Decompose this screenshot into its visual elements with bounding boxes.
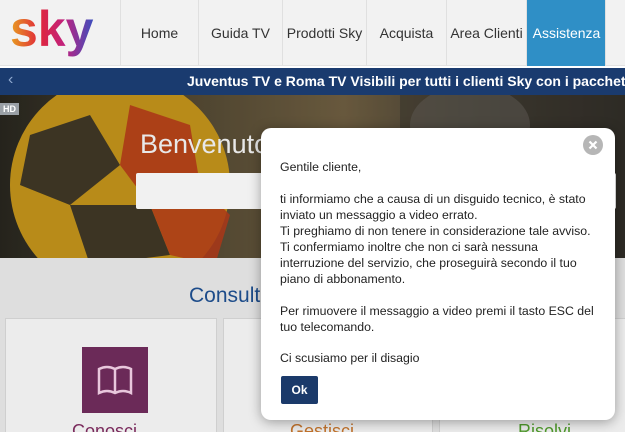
svg-text:sky: sky <box>10 2 94 57</box>
nav-home[interactable]: Home <box>120 0 198 66</box>
nav-more[interactable] <box>605 0 625 66</box>
card-conosci[interactable]: Conosci <box>5 318 217 432</box>
dialog-body-line: Ti preghiamo di non tenere in consideraz… <box>280 224 591 238</box>
nav-assistenza[interactable]: Assistenza <box>526 0 606 66</box>
dialog-greeting: Gentile cliente, <box>280 160 362 174</box>
card-label-conosci: Conosci <box>72 421 138 432</box>
nav-acquista[interactable]: Acquista <box>366 0 446 66</box>
dialog-body-line: Ti confermiamo inoltre che non ci sarà n… <box>280 240 538 254</box>
dialog-apology: Ci scusiamo per il disagio <box>280 351 420 365</box>
nav-area-clienti[interactable]: Area Clienti <box>446 0 526 66</box>
notice-dialog: Gentile cliente, ti informiamo che a cau… <box>261 128 615 420</box>
hero-title: Benvenuto <box>140 129 270 159</box>
news-ticker: ‹ Juventus TV e Roma TV Visibili per tut… <box>0 68 625 95</box>
section-title: Consult <box>189 284 261 307</box>
nav-guida-tv[interactable]: Guida TV <box>198 0 282 66</box>
book-icon <box>82 347 148 413</box>
dialog-body-line: piano di abbonamento. <box>280 272 406 286</box>
card-label-risolvi: Risolvi <box>518 421 572 432</box>
hd-badge: HD <box>0 103 19 115</box>
dialog-body-line: inviato un messaggio a video errato. <box>280 208 478 222</box>
site-header: sky Home Guida TV Prodotti Sky Acquista … <box>0 0 625 66</box>
dialog-instruction-line: tuo telecomando. <box>280 320 375 334</box>
dialog-body-line: interruzione del servizio, che proseguir… <box>280 256 577 270</box>
close-icon[interactable] <box>583 135 603 155</box>
nav-prodotti-sky[interactable]: Prodotti Sky <box>282 0 366 66</box>
ok-button[interactable]: Ok <box>281 376 318 404</box>
chevron-left-icon[interactable]: ‹ <box>8 71 13 89</box>
dialog-instruction-line: Per rimuovere il messaggio a video premi… <box>280 304 594 318</box>
sky-logo[interactable]: sky <box>8 2 108 58</box>
ticker-text[interactable]: Juventus TV e Roma TV Visibili per tutti… <box>187 73 625 89</box>
card-label-gestisci: Gestisci <box>290 421 355 432</box>
dialog-body-line: ti informiamo che a causa di un disguido… <box>280 192 586 206</box>
main-nav: Home Guida TV Prodotti Sky Acquista Area… <box>120 0 606 66</box>
